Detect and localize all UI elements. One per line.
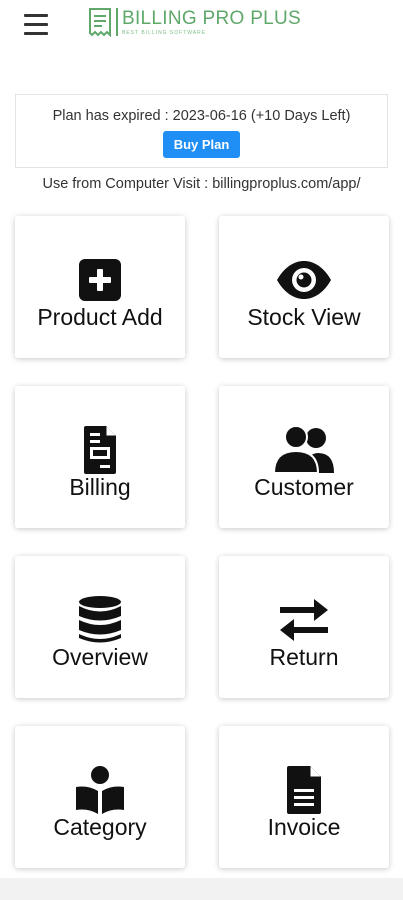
app-header: BILLING PRO PLUS BEST BILLING SOFTWARE <box>0 0 403 60</box>
database-icon <box>79 596 121 643</box>
tile-category[interactable]: Category <box>15 726 185 868</box>
tile-label: Stock View <box>247 304 361 330</box>
bottom-bar <box>0 878 403 900</box>
tile-return[interactable]: Return <box>219 556 389 698</box>
document-icon <box>287 766 321 814</box>
receipt-icon <box>84 426 116 474</box>
exchange-arrows-icon <box>280 599 328 641</box>
hamburger-menu-icon[interactable] <box>24 14 48 36</box>
users-icon <box>272 425 334 474</box>
tile-stock-view[interactable]: Stock View <box>219 216 389 358</box>
plus-square-icon <box>79 259 121 301</box>
tile-label: Invoice <box>267 814 341 840</box>
buy-plan-button[interactable]: Buy Plan <box>162 131 241 158</box>
tile-billing[interactable]: Billing <box>15 386 185 528</box>
logo-subtitle: BEST BILLING SOFTWARE <box>122 30 207 36</box>
receipt-logo-icon <box>89 8 111 38</box>
computer-visit-text: Use from Computer Visit : billingproplus… <box>42 176 361 192</box>
plan-expired-text: Plan has expired : 2023-06-16 (+10 Days … <box>52 108 351 124</box>
tile-label: Product Add <box>37 304 163 330</box>
reader-book-icon <box>76 766 124 814</box>
tile-invoice[interactable]: Invoice <box>219 726 389 868</box>
tile-customer[interactable]: Customer <box>219 386 389 528</box>
tile-overview[interactable]: Overview <box>15 556 185 698</box>
app-logo: BILLING PRO PLUS BEST BILLING SOFTWARE <box>88 8 301 38</box>
plan-status-box: Plan has expired : 2023-06-16 (+10 Days … <box>15 94 388 168</box>
tile-product-add[interactable]: Product Add <box>15 216 185 358</box>
tile-label: Overview <box>52 644 148 670</box>
tile-label: Billing <box>69 474 131 500</box>
tile-label: Category <box>53 814 147 840</box>
tile-label: Return <box>269 644 339 670</box>
logo-title: BILLING PRO PLUS <box>122 8 302 29</box>
eye-icon <box>277 261 331 299</box>
tile-label: Customer <box>254 474 354 500</box>
